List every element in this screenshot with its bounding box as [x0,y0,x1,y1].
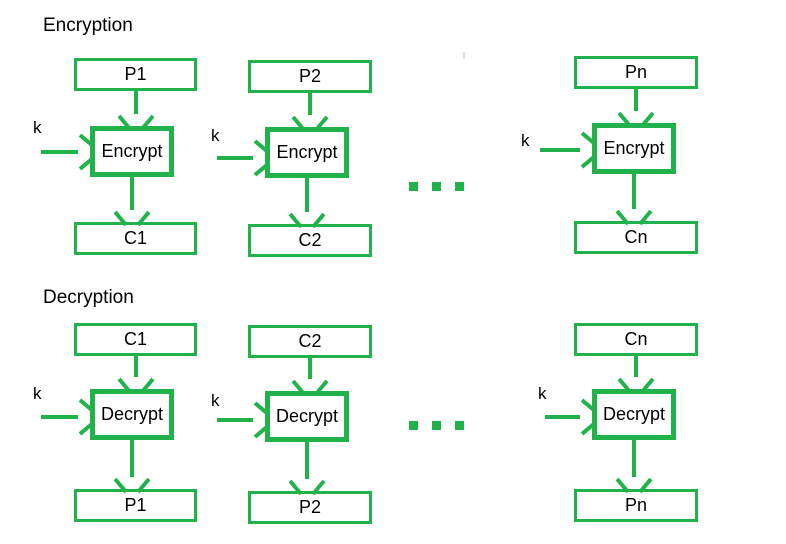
enc-col-n-input-box-label: Pn [624,62,648,82]
dec-col-2-output-box: P2 [248,491,372,524]
enc-col-n-key-label: k [521,131,530,150]
dec-col-2-key-label: k [211,391,220,410]
enc-col-n-input-box: Pn [574,56,698,89]
ellipsis-decryption [409,421,464,430]
enc-col-2-key-label: k [211,126,220,145]
ellipsis-encryption [409,182,464,191]
dec-col-1-key-arrow-shaft [41,415,78,419]
diagram-canvas: Encryption P1 Encrypt C1 k P2 Encrypt C2 k Pn Encr… [0,0,786,544]
dec-col-n-input-box-label: Cn [624,329,648,349]
enc-col-1-output-box: C1 [74,222,197,255]
dec-col-2-input-arrow-shaft [308,358,312,379]
dec-col-1-output-box: P1 [74,489,197,522]
enc-col-2-process-box-label: Encrypt [276,142,338,162]
dec-col-1-process-box: Decrypt [90,389,174,440]
dec-col-1-process-box-label: Decrypt [100,404,163,424]
ellipsis-dot [409,421,418,430]
dec-col-2-output-box-label: P2 [298,497,322,517]
dec-col-n-key-label: k [538,384,547,403]
dec-col-2-output-arrow-shaft [305,442,309,479]
ellipsis-dot [409,182,418,191]
section-title-encryption: Encryption [43,15,133,36]
ellipsis-dot [455,182,464,191]
enc-col-n-input-arrow-shaft [634,89,638,111]
enc-col-n-key-arrow-shaft [540,148,580,152]
dec-col-1-output-box-label: P1 [124,495,147,515]
dec-col-n-input-box: Cn [574,323,698,356]
enc-col-2-input-box-label: P2 [298,66,322,86]
dec-col-n-process-box: Decrypt [592,389,676,440]
stray-mark [463,52,465,59]
dec-col-2-key-arrow-shaft [217,418,253,422]
enc-col-2-output-arrow-shaft [305,178,309,212]
enc-col-1-output-arrow-shaft [130,177,134,210]
enc-col-1-key-label: k [33,118,42,137]
dec-col-2-input-box-label: C2 [298,331,322,351]
enc-col-n-output-box: Cn [574,221,698,254]
enc-col-1-process-box: Encrypt [90,126,174,177]
dec-col-1-output-arrow-shaft [130,440,134,477]
dec-col-n-key-arrow-shaft [545,415,580,419]
enc-col-2-input-arrow-shaft [308,93,312,115]
dec-col-1-input-arrow-shaft [133,356,138,377]
dec-col-n-output-box-label: Pn [624,495,648,515]
enc-col-n-process-box: Encrypt [592,123,676,174]
enc-col-2-output-box-label: C2 [298,230,322,250]
enc-col-n-process-box-label: Encrypt [603,138,665,158]
dec-col-n-process-box-label: Decrypt [602,404,665,424]
enc-col-2-output-box: C2 [248,224,372,257]
ellipsis-dot [432,421,441,430]
section-title-decryption: Decryption [43,287,134,308]
dec-col-1-input-box-label: C1 [123,329,147,349]
dec-col-n-output-box: Pn [574,489,698,522]
dec-col-2-process-box: Decrypt [265,391,349,442]
dec-col-n-output-arrow-shaft [632,440,636,477]
enc-col-1-output-box-label: C1 [123,228,147,248]
enc-col-1-input-box: P1 [74,58,197,91]
dec-col-2-input-box: C2 [248,325,372,358]
enc-col-1-key-arrow-shaft [41,150,78,154]
ellipsis-dot [455,421,464,430]
dec-col-1-input-box: C1 [74,323,197,356]
enc-col-2-key-arrow-shaft [217,156,253,160]
enc-col-1-input-arrow-shaft [133,91,138,114]
dec-col-n-input-arrow-shaft [634,356,638,377]
ellipsis-dot [432,182,441,191]
enc-col-2-process-box: Encrypt [265,127,349,178]
enc-col-2-input-box: P2 [248,60,372,93]
dec-col-2-process-box-label: Decrypt [275,406,338,426]
enc-col-1-process-box-label: Encrypt [101,141,163,161]
enc-col-1-input-box-label: P1 [124,64,147,84]
enc-col-n-output-arrow-shaft [632,174,636,209]
enc-col-n-output-box-label: Cn [624,227,648,247]
dec-col-1-key-label: k [33,384,42,403]
